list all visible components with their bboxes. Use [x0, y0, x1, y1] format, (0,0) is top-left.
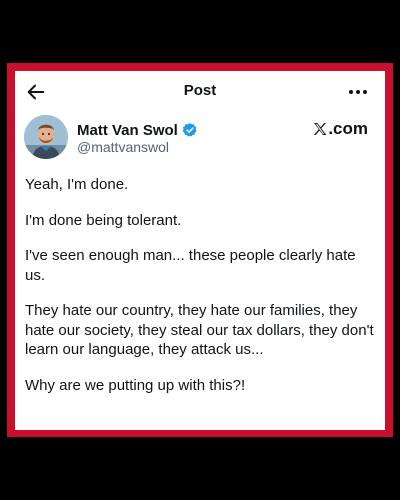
- page-title: Post: [183, 82, 217, 99]
- brand-label: .com: [328, 119, 368, 138]
- post-paragraph: I've seen enough man... these people cle…: [25, 247, 356, 284]
- post-paragraph: Yeah, I'm done.: [25, 176, 129, 193]
- post-paragraph: I'm done being tolerant.: [25, 211, 182, 229]
- post-paragraph: Why are we putting up with this?!: [25, 376, 246, 394]
- author-handle[interactable]: @mattvanswol: [77, 139, 169, 155]
- author-name[interactable]: Matt Van Swol: [77, 122, 178, 139]
- brand-watermark: .com: [312, 119, 368, 139]
- x-logo: [314, 123, 327, 135]
- more-options-button[interactable]: [346, 81, 370, 103]
- post-header: Post: [15, 71, 385, 111]
- post-text: Yeah, I'm done. I'm done being tolerant.…: [25, 175, 377, 411]
- post-paragraph: They hate our country, they hate our fam…: [25, 302, 374, 358]
- more-horizontal-icon: [349, 90, 367, 94]
- post-card: Post Matt Van Swol @mattvanswol .com Yea…: [15, 71, 385, 430]
- author-name-row: Matt Van Swol: [77, 120, 198, 140]
- avatar[interactable]: [24, 115, 68, 159]
- verified-badge-icon: [182, 123, 197, 137]
- avatar-portrait-icon: [24, 115, 68, 159]
